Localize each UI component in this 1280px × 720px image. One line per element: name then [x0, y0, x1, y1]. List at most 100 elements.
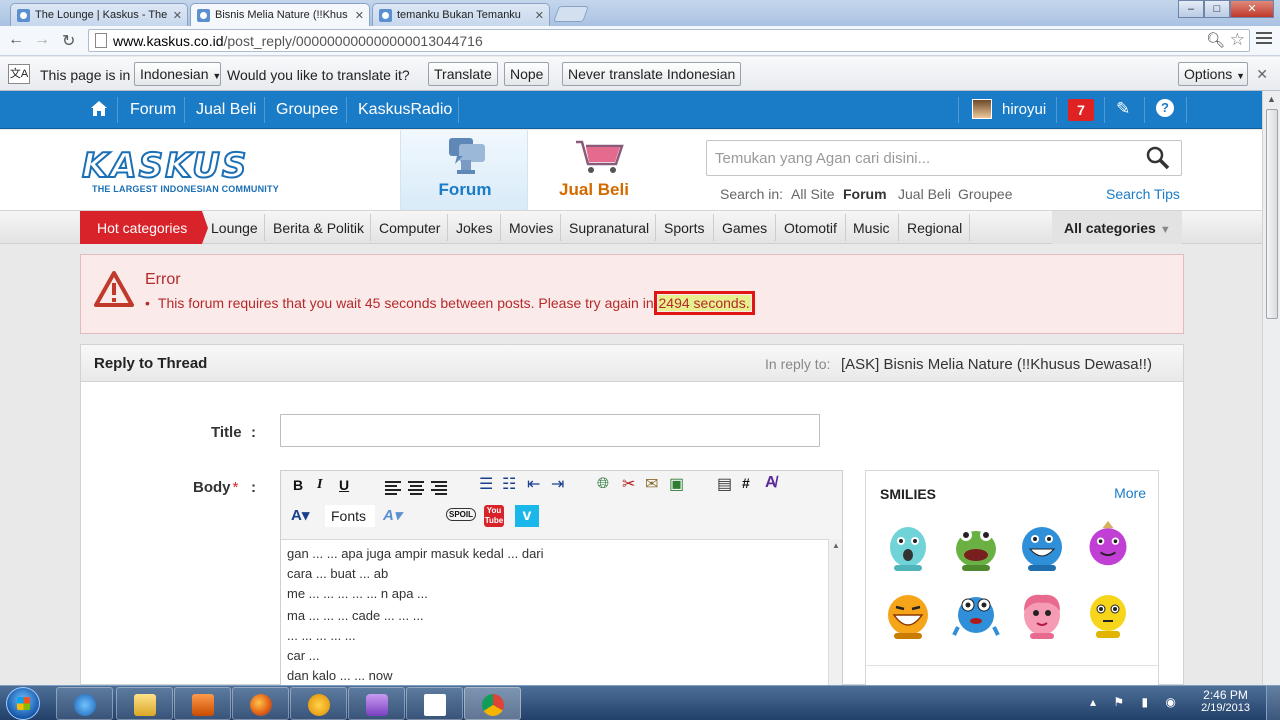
- browser-tab-active[interactable]: Bisnis Melia Nature (!!Khus ✕: [190, 3, 370, 26]
- reload-icon[interactable]: ↻: [62, 31, 75, 51]
- taskbar-messenger[interactable]: [348, 687, 405, 720]
- search-tips-link[interactable]: Search Tips: [1106, 186, 1180, 202]
- category-jokes[interactable]: Jokes: [456, 220, 493, 236]
- search-scope-all-site[interactable]: All Site: [791, 186, 835, 202]
- smiley-shocked-icon[interactable]: [884, 523, 932, 573]
- nav-kaskusradio[interactable]: KaskusRadio: [358, 101, 452, 119]
- thread-title-link[interactable]: [ASK] Bisnis Melia Nature (!!Khusus Dewa…: [841, 356, 1152, 373]
- zoom-icon[interactable]: 🔍︎: [1206, 31, 1225, 49]
- browser-tab[interactable]: The Lounge | Kaskus - The ✕: [10, 3, 188, 26]
- category-regional[interactable]: Regional: [907, 220, 962, 236]
- pencil-icon[interactable]: ✎: [1116, 99, 1130, 119]
- start-button[interactable]: [6, 687, 40, 720]
- category-computer[interactable]: Computer: [379, 220, 440, 236]
- search-icon[interactable]: [1145, 145, 1171, 171]
- text-color-icon[interactable]: A▾: [291, 506, 309, 524]
- taskbar-internet-explorer[interactable]: [56, 687, 113, 720]
- maximize-icon[interactable]: □: [1204, 0, 1230, 18]
- show-desktop-button[interactable]: [1266, 686, 1280, 720]
- insert-email-icon[interactable]: ✉: [645, 474, 658, 494]
- username[interactable]: hiroyui: [1002, 101, 1046, 118]
- window-close-icon[interactable]: ✕: [1230, 0, 1274, 18]
- search-scope-forum[interactable]: Forum: [843, 186, 887, 202]
- home-icon[interactable]: [90, 100, 108, 118]
- bold-icon[interactable]: B: [293, 477, 303, 493]
- nav-groupee[interactable]: Groupee: [276, 101, 338, 119]
- outdent-icon[interactable]: ⇤: [527, 474, 540, 494]
- notification-badge[interactable]: 7: [1068, 99, 1094, 121]
- category-sports[interactable]: Sports: [664, 220, 704, 236]
- bookmark-star-icon[interactable]: ☆: [1230, 30, 1245, 50]
- close-infobar-icon[interactable]: ✕: [1256, 66, 1268, 83]
- jual-beli-section-tab[interactable]: Jual Beli: [530, 130, 658, 210]
- smiley-blue-goggle-icon[interactable]: [952, 591, 1000, 641]
- category-movies[interactable]: Movies: [509, 220, 553, 236]
- indent-icon[interactable]: ⇥: [551, 474, 564, 494]
- hash-icon[interactable]: #: [742, 475, 750, 491]
- insert-link-icon[interactable]: 🌐︎: [597, 475, 609, 492]
- category-games[interactable]: Games: [722, 220, 767, 236]
- close-tab-icon[interactable]: ✕: [535, 9, 544, 22]
- bullet-list-icon[interactable]: ☰: [479, 474, 493, 494]
- underline-icon[interactable]: U: [339, 477, 349, 493]
- quote-icon[interactable]: ▤: [717, 474, 732, 494]
- smiley-frog-icon[interactable]: [952, 523, 1000, 573]
- remove-format-icon[interactable]: A̸: [765, 474, 777, 492]
- numbered-list-icon[interactable]: ☷: [502, 474, 516, 494]
- taskbar-chrome[interactable]: [464, 687, 521, 720]
- taskbar-firefox[interactable]: [232, 687, 289, 720]
- category-otomotif[interactable]: Otomotif: [784, 220, 837, 236]
- vimeo-icon[interactable]: v: [515, 505, 539, 527]
- spoiler-icon[interactable]: SPOIL: [446, 508, 477, 521]
- translate-button[interactable]: Translate: [428, 62, 498, 86]
- category-lounge[interactable]: Lounge: [211, 220, 258, 236]
- help-icon[interactable]: ?: [1156, 99, 1174, 117]
- kaskus-logo[interactable]: KASKUS THE LARGEST INDONESIAN COMMUNITY: [81, 147, 292, 198]
- language-select[interactable]: Indonesian ▼: [134, 62, 221, 86]
- title-input[interactable]: [280, 414, 820, 447]
- forward-arrow-icon[interactable]: →: [34, 31, 50, 49]
- search-scope-jual-beli[interactable]: Jual Beli: [898, 186, 951, 202]
- body-textarea[interactable]: gan ... ... apa juga ampir masuk kedal .…: [281, 539, 828, 687]
- font-size-icon[interactable]: A▾: [383, 506, 401, 524]
- smiley-pink-girl-icon[interactable]: [1018, 591, 1066, 641]
- taskbar-media-player[interactable]: [174, 687, 231, 720]
- page-scrollbar[interactable]: ▲: [1262, 91, 1280, 685]
- scrollbar-thumb[interactable]: [1266, 109, 1278, 319]
- scroll-up-icon[interactable]: ▲: [832, 541, 840, 550]
- close-tab-icon[interactable]: ✕: [173, 9, 182, 22]
- smiley-grin-icon[interactable]: [884, 591, 932, 641]
- search-input[interactable]: Temukan yang Agan cari disini...: [706, 140, 1182, 176]
- all-categories-dropdown[interactable]: All categories ▼: [1052, 211, 1182, 244]
- fonts-dropdown[interactable]: Fonts: [325, 505, 375, 527]
- nav-forum[interactable]: Forum: [130, 101, 176, 119]
- editor-scrollbar[interactable]: ▲: [828, 539, 842, 687]
- smiley-yellow-icon[interactable]: [1084, 591, 1132, 641]
- taskbar-explorer[interactable]: [116, 687, 173, 720]
- new-tab-button[interactable]: [553, 6, 589, 22]
- options-dropdown[interactable]: Options ▼: [1178, 62, 1248, 86]
- never-translate-button[interactable]: Never translate Indonesian: [562, 62, 742, 86]
- nav-jual-beli[interactable]: Jual Beli: [196, 101, 256, 119]
- taskbar-notepad[interactable]: [406, 687, 463, 720]
- youtube-icon[interactable]: You Tube: [484, 505, 504, 527]
- category-supranatural[interactable]: Supranatural: [569, 220, 649, 236]
- tray-icons[interactable]: ▴ ⚑ ▮ ◉: [1090, 695, 1183, 709]
- nope-button[interactable]: Nope: [504, 62, 550, 86]
- hot-categories-button[interactable]: Hot categories: [80, 211, 208, 244]
- address-bar[interactable]: www.kaskus.co.id/post_reply/000000000000…: [88, 29, 1250, 52]
- tray-clock[interactable]: 2:46 PM 2/19/2013: [1201, 688, 1250, 714]
- forum-section-tab[interactable]: Forum: [400, 130, 528, 210]
- smiley-purple-icon[interactable]: [1084, 519, 1132, 569]
- taskbar-app[interactable]: [290, 687, 347, 720]
- italic-icon[interactable]: I: [317, 477, 322, 493]
- search-scope-groupee[interactable]: Groupee: [958, 186, 1012, 202]
- scroll-up-icon[interactable]: ▲: [1267, 94, 1276, 104]
- menu-icon[interactable]: [1256, 32, 1272, 46]
- avatar[interactable]: [972, 99, 992, 119]
- insert-image-icon[interactable]: ▣: [669, 474, 684, 494]
- browser-tab[interactable]: temanku Bukan Temanku ✕: [372, 3, 550, 26]
- close-tab-icon[interactable]: ✕: [355, 9, 364, 22]
- category-berita-politik[interactable]: Berita & Politik: [273, 220, 364, 236]
- unlink-icon[interactable]: ✂: [622, 474, 635, 494]
